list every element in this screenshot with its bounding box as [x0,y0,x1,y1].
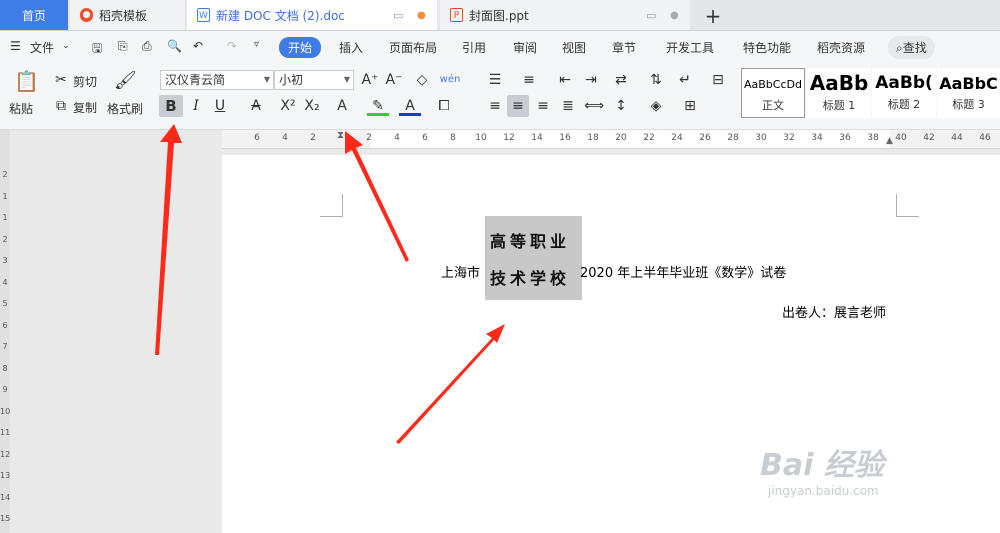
annotation-arrow [396,324,505,444]
annotation-arrow [155,124,182,355]
annotation-arrows [155,124,505,444]
annotation-arrow [345,131,409,262]
